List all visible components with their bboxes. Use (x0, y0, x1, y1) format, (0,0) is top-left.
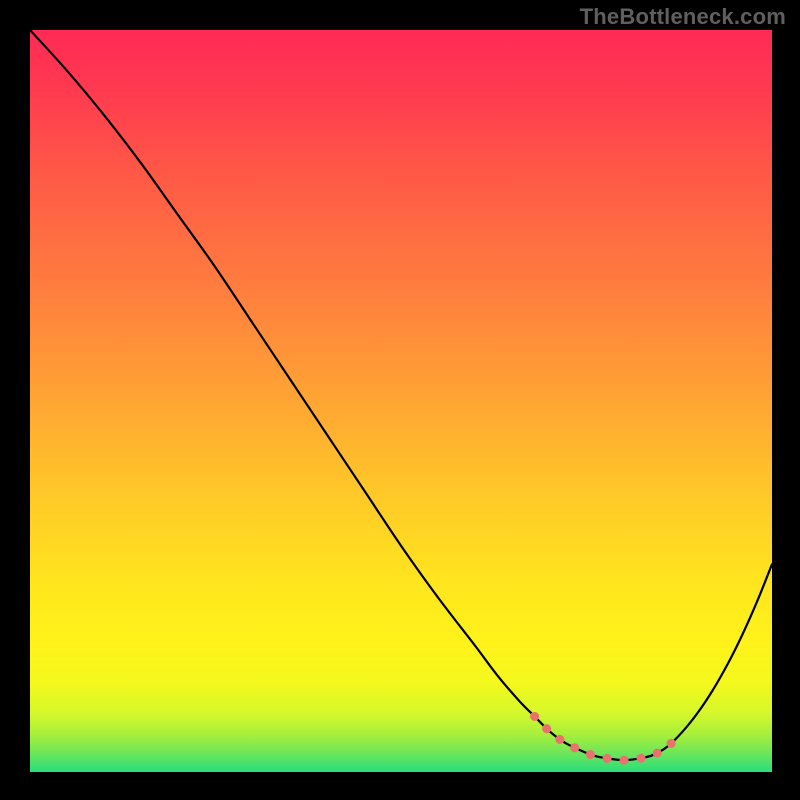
plot-background (30, 30, 772, 772)
watermark-label: TheBottleneck.com (580, 4, 786, 30)
bottleneck-chart (0, 0, 800, 800)
chart-container: TheBottleneck.com (0, 0, 800, 800)
